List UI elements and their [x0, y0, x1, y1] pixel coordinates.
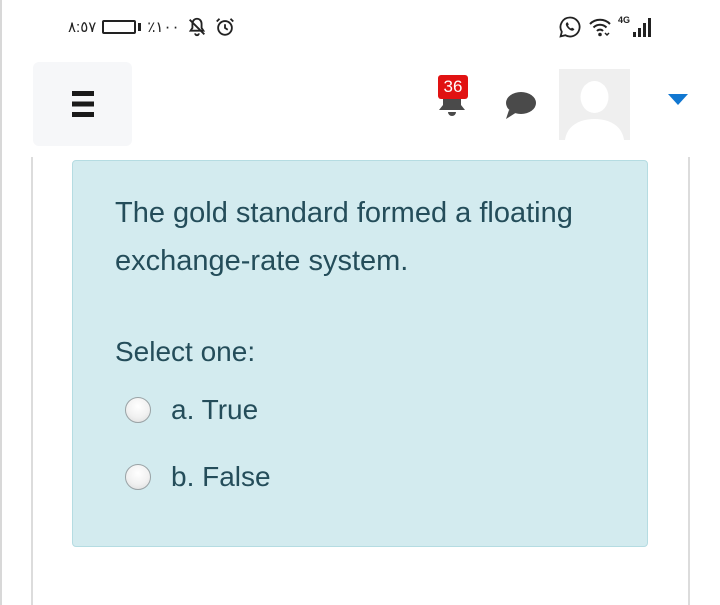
status-time: ٨:٥٧: [68, 19, 97, 36]
option-false[interactable]: b. False: [125, 460, 271, 494]
notification-count-badge: 36: [438, 75, 468, 99]
menu-button[interactable]: [33, 62, 132, 146]
status-left-group: ٨:٥٧ ٪١٠٠: [68, 14, 236, 40]
content-border-left: [31, 157, 33, 605]
avatar[interactable]: [559, 69, 630, 140]
question-card: The gold standard formed a floating exch…: [72, 160, 648, 547]
caret-down-icon[interactable]: [668, 94, 688, 105]
chat-icon[interactable]: [503, 90, 537, 120]
radio-false[interactable]: [125, 464, 151, 490]
whatsapp-icon: [559, 16, 581, 38]
network-type-label: 4G: [617, 15, 630, 25]
option-true[interactable]: a. True: [125, 393, 258, 427]
signal-icon: [633, 18, 651, 37]
user-silhouette-icon: [559, 69, 630, 140]
battery-percent: ٪١٠٠: [147, 19, 180, 36]
select-one-prompt: Select one:: [115, 336, 256, 367]
content-border-right: [688, 157, 690, 605]
page-border-left: [0, 0, 2, 605]
status-bar: ٨:٥٧ ٪١٠٠ 4G: [0, 0, 720, 52]
wifi-icon: [589, 18, 611, 37]
radio-true[interactable]: [125, 397, 151, 423]
option-false-label: b. False: [171, 461, 271, 492]
status-right-group: 4G: [558, 12, 654, 42]
alarm-icon: [215, 18, 234, 36]
question-text: The gold standard formed a floating exch…: [115, 197, 573, 277]
mute-icon: [188, 17, 205, 37]
hamburger-icon: [71, 91, 94, 117]
option-true-label: a. True: [171, 394, 259, 425]
battery-icon: [102, 20, 142, 34]
